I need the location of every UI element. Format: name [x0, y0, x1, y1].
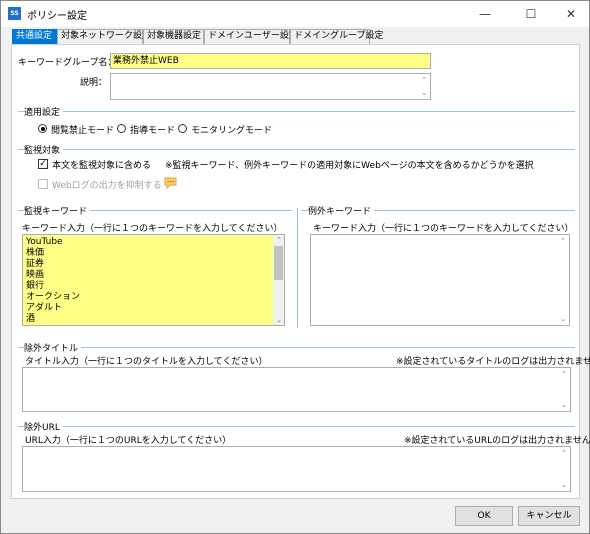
include-body-note: ※監視キーワード、例外キーワードの適用対象にWebページの本文を含めるかどうかを… [165, 161, 534, 171]
include-body-label: 本文を監視対象に含める [52, 161, 152, 171]
exception-keywords-title: 例外キーワード [308, 204, 375, 217]
close-icon[interactable]: ✕ [551, 1, 590, 27]
include-body-checkbox[interactable]: ✓ [38, 159, 48, 169]
list-item: アダルト [26, 303, 63, 313]
exclude-title-input-label: タイトル入力（一行に１つのタイトルを入力してください） [25, 357, 268, 367]
scroll-up-icon[interactable]: ⌃ [559, 369, 569, 379]
minimize-icon[interactable]: — [465, 1, 505, 27]
monitor-keywords-input[interactable]: YouTube 株価 証券 映画 銀行 オークション アダルト 酒 ⌃ ⌄ [22, 234, 285, 326]
radio-guidance-label: 指導モード [130, 126, 176, 136]
radio-monitoring[interactable] [178, 124, 187, 133]
list-item: 株価 [26, 248, 45, 258]
exclude-title-line [18, 347, 575, 348]
title-bar: SS ポリシー設定 — ☐ ✕ [1, 1, 589, 27]
keyword-group-name-input[interactable]: 業務外禁止WEB [110, 53, 431, 69]
scroll-down-icon[interactable]: ⌄ [419, 88, 429, 98]
scroll-up-icon[interactable]: ⌃ [559, 448, 569, 458]
list-item: YouTube [26, 237, 63, 247]
exclude-url-line [18, 426, 575, 427]
monitor-keywords-input-label: キーワード入力（一行に１つのキーワードを入力してください） [22, 224, 283, 234]
scroll-down-icon[interactable]: ⌄ [274, 315, 284, 325]
tab-target-network[interactable]: 対象ネットワーク設定 [57, 29, 151, 44]
exclude-title-note: ※設定されているタイトルのログは出力されません [396, 357, 590, 367]
tab-domain-user[interactable]: ドメインユーザー設定 [204, 29, 298, 44]
exclude-url-input[interactable]: ⌃ ⌄ [22, 446, 571, 492]
exclude-title-input[interactable]: ⌃ ⌄ [22, 367, 571, 412]
scroll-up-icon[interactable]: ⌃ [558, 236, 568, 246]
list-item: 証券 [26, 259, 45, 269]
radio-browse-block[interactable] [38, 124, 47, 133]
tab-domain-group[interactable]: ドメイングループ設定 [290, 29, 383, 44]
tab-target-device[interactable]: 対象機器設定 [143, 29, 204, 44]
radio-guidance[interactable] [117, 124, 126, 133]
scrollbar-thumb[interactable] [274, 246, 283, 280]
monitor-section-title: 監視対象 [24, 143, 64, 156]
ok-button[interactable]: OK [455, 506, 513, 526]
radio-browse-block-label: 閲覧禁止モード [51, 126, 115, 136]
scroll-down-icon[interactable]: ⌄ [559, 480, 569, 490]
suppress-log-label: Webログの出力を抑制する [52, 181, 162, 191]
exception-keywords-input[interactable]: ⌃ ⌄ [310, 234, 570, 326]
scroll-down-icon[interactable]: ⌄ [559, 400, 569, 410]
list-item: 映画 [26, 270, 45, 280]
maximize-icon[interactable]: ☐ [511, 1, 551, 27]
scroll-up-icon[interactable]: ⌃ [419, 75, 429, 85]
exclude-url-note: ※設定されているURLのログは出力されません [404, 436, 590, 446]
list-item: 酒 [26, 314, 36, 324]
monitor-section-line [18, 149, 575, 150]
cancel-button[interactable]: キャンセル [518, 506, 580, 526]
keyword-group-name-label: キーワードグループ名： [18, 58, 117, 68]
common-settings-panel: キーワードグループ名： 業務外禁止WEB 説明： ⌃ ⌄ 適用設定 閲覧禁止モー… [11, 44, 590, 499]
app-icon: SS [8, 7, 21, 20]
policy-settings-window: SS ポリシー設定 — ☐ ✕ 共通設定 対象ネットワーク設定 対象機器設定 ド… [0, 0, 590, 534]
exclude-title-section-title: 除外タイトル [24, 341, 82, 354]
exclude-url-section-title: 除外URL [24, 420, 63, 433]
radio-monitoring-label: モニタリングモード [191, 126, 273, 136]
description-input[interactable]: ⌃ ⌄ [110, 73, 431, 100]
comment-icon[interactable] [164, 177, 177, 189]
apply-section-title: 適用設定 [24, 105, 64, 118]
description-label: 説明： [80, 78, 108, 88]
suppress-log-checkbox[interactable] [38, 179, 48, 189]
list-item: オークション [26, 292, 81, 302]
scroll-up-icon[interactable]: ⌃ [274, 235, 284, 245]
tab-common[interactable]: 共通設定 [12, 29, 57, 44]
exclude-url-input-label: URL入力（一行に１つのURLを入力してください） [25, 436, 232, 446]
list-item: 銀行 [26, 281, 45, 291]
column-divider [297, 208, 298, 328]
apply-section-line [18, 111, 575, 112]
scroll-down-icon[interactable]: ⌄ [558, 314, 568, 324]
monitor-keywords-title: 監視キーワード [24, 204, 91, 217]
exception-keywords-input-label: キーワード入力（一行に１つのキーワードを入力してください） [313, 224, 574, 234]
window-title: ポリシー設定 [27, 11, 87, 22]
